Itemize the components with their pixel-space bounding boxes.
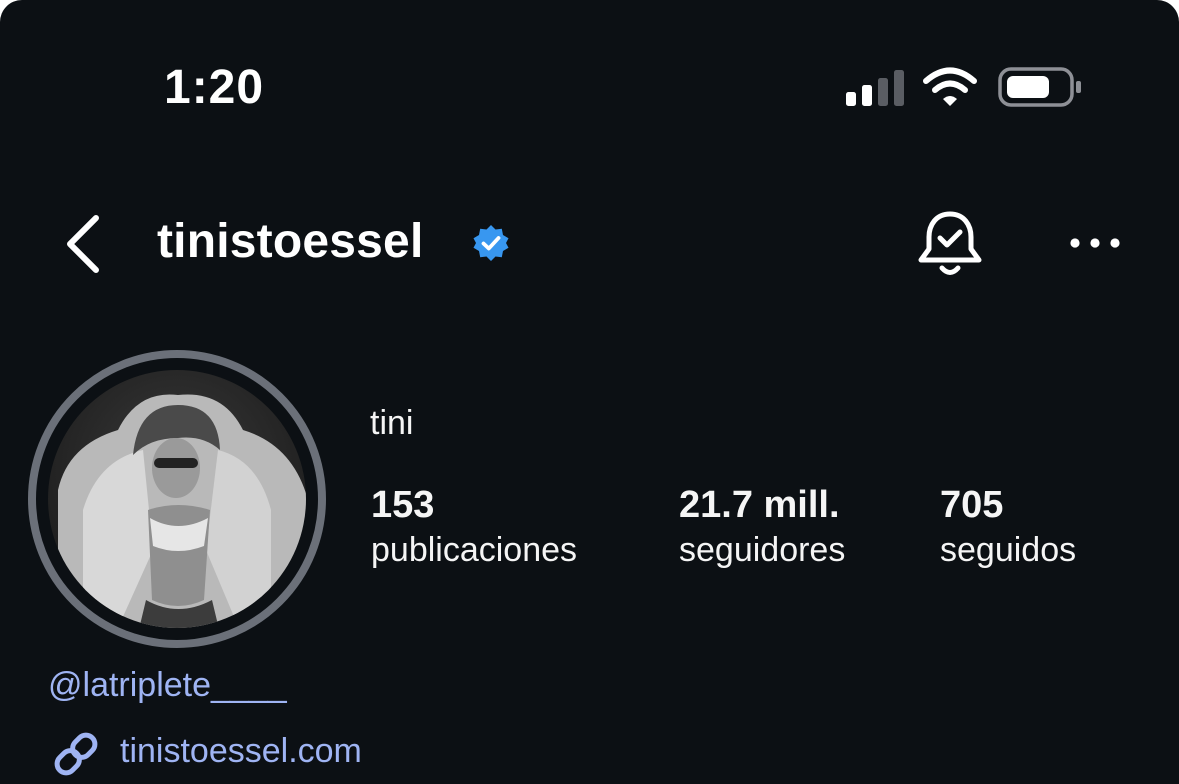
following-count-value: 705	[940, 484, 1004, 526]
followers-count[interactable]: 21.7 mill. seguidores	[679, 482, 845, 572]
back-button[interactable]	[56, 208, 112, 280]
profile-display-name: tini	[370, 404, 414, 442]
posts-count-label: publicaciones	[371, 531, 578, 569]
notifications-bell-button[interactable]	[914, 206, 986, 282]
posts-count-value: 153	[371, 484, 435, 526]
cellular-signal-icon	[846, 70, 904, 106]
more-horizontal-icon	[1070, 238, 1120, 248]
profile-username: tinistoessel	[157, 215, 424, 268]
following-count-label: seguidos	[940, 531, 1077, 569]
link-icon	[54, 732, 98, 776]
profile-screen: 1:20 tinistoessel tini 153 publicaciones…	[0, 0, 1179, 784]
battery-icon	[998, 67, 1081, 107]
posts-count[interactable]: 153 publicaciones	[371, 482, 577, 572]
followers-count-label: seguidores	[679, 531, 846, 569]
verified-badge-icon	[473, 225, 509, 261]
profile-avatar[interactable]	[28, 350, 326, 648]
bell-check-icon	[918, 211, 982, 275]
bio-mention-link[interactable]: @latriplete____	[48, 666, 287, 705]
followers-count-value: 21.7 mill.	[679, 484, 840, 526]
website-link-text: tinistoessel.com	[120, 732, 362, 770]
status-time: 1:20	[164, 61, 265, 114]
wifi-icon	[923, 67, 977, 106]
more-options-button[interactable]	[1066, 226, 1124, 260]
following-count[interactable]: 705 seguidos	[940, 482, 1076, 572]
